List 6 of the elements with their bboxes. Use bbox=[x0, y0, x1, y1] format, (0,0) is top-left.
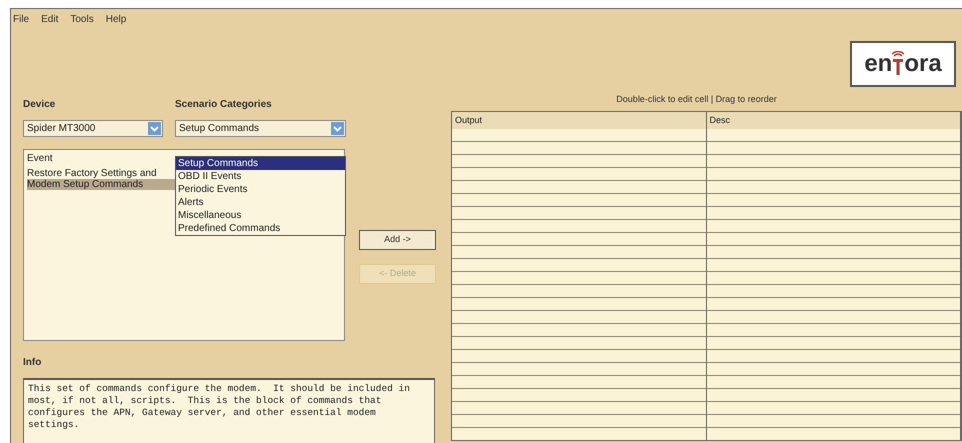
field-label: Scenario Categories bbox=[175, 98, 273, 112]
list-header: Event bbox=[27, 153, 53, 164]
table-caption: Double-click to edit cell | Drag to reorder bbox=[615, 93, 778, 105]
logo: en ora bbox=[850, 41, 956, 87]
field-label: Device bbox=[23, 98, 56, 112]
field-label: Info bbox=[23, 356, 42, 370]
